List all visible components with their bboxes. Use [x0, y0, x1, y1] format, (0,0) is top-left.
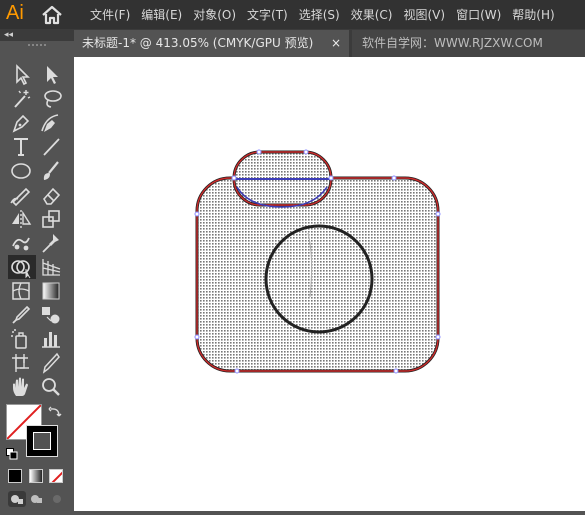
puppet-warp-tool-icon[interactable] [8, 231, 36, 255]
column-graph-tool-icon[interactable] [38, 327, 66, 351]
direct-selection-tool-icon[interactable] [38, 63, 66, 87]
menu-edit[interactable]: 编辑(E) [141, 6, 182, 23]
main-menu: 文件(F) 编辑(E) 对象(O) 文字(T) 选择(S) 效果(C) 视图(V… [90, 0, 566, 29]
menu-effect[interactable]: 效果(C) [351, 6, 393, 23]
collapse-panel-button[interactable]: ◂◂ [0, 29, 74, 41]
close-icon[interactable]: × [331, 30, 347, 57]
none-mode-button[interactable] [49, 469, 63, 483]
symbol-sprayer-tool-icon[interactable] [8, 327, 36, 351]
tab-document-label: 未标题-1* @ 413.05% (CMYK/GPU 预览) [82, 36, 314, 50]
zoom-tool-icon[interactable] [38, 375, 66, 399]
paintbrush-tool-icon[interactable] [38, 159, 66, 183]
menu-object[interactable]: 对象(O) [193, 6, 236, 23]
eraser-tool-icon[interactable] [38, 183, 66, 207]
camera-lens [264, 224, 374, 334]
artboard-canvas[interactable] [74, 57, 585, 511]
hand-tool-icon[interactable] [8, 375, 36, 399]
type-tool-icon[interactable] [8, 135, 36, 159]
gradient-mode-button[interactable] [29, 469, 43, 483]
pin-icon[interactable] [38, 231, 66, 255]
pen-tool-icon[interactable] [8, 111, 36, 135]
perspective-grid-tool-icon[interactable] [38, 255, 66, 279]
scale-tool-icon[interactable] [38, 207, 66, 231]
menu-help[interactable]: 帮助(H) [512, 6, 554, 23]
draw-normal-icon[interactable] [8, 491, 26, 507]
mesh-tool-icon[interactable] [8, 279, 36, 303]
menu-file[interactable]: 文件(F) [90, 6, 130, 23]
curvature-tool-icon[interactable] [38, 111, 66, 135]
blend-tool-icon[interactable] [38, 303, 66, 327]
camera-artwork [194, 149, 441, 374]
shaper-tool-icon[interactable] [8, 183, 36, 207]
panel-grip[interactable] [28, 44, 46, 52]
swap-fill-stroke-icon[interactable] [48, 404, 62, 418]
ellipse-tool-icon[interactable] [8, 159, 36, 183]
draw-behind-icon[interactable] [29, 491, 45, 507]
app-logo: Ai [6, 2, 24, 24]
magic-wand-tool-icon[interactable] [8, 87, 36, 111]
slice-tool-icon[interactable] [38, 351, 66, 375]
default-fill-stroke-icon[interactable] [6, 445, 18, 460]
reflect-tool-icon[interactable] [8, 207, 36, 231]
artboard-tool-icon[interactable] [8, 351, 36, 375]
camera-top-button [232, 150, 333, 208]
lasso-tool-icon[interactable] [38, 87, 66, 111]
document-tab-bar: 未标题-1* @ 413.05% (CMYK/GPU 预览) × 软件自学网：W… [74, 29, 585, 57]
menu-select[interactable]: 选择(S) [299, 6, 340, 23]
tab-website-label: 软件自学网：WWW.RJZXW.COM [362, 36, 543, 50]
menu-window[interactable]: 窗口(W) [456, 6, 501, 23]
selection-tool-icon[interactable] [8, 63, 36, 87]
tab-document[interactable]: 未标题-1* @ 413.05% (CMYK/GPU 预览) × [74, 30, 349, 57]
draw-inside-icon[interactable] [49, 491, 65, 507]
eyedropper-tool-icon[interactable] [8, 303, 36, 327]
menu-bar: Ai 文件(F) 编辑(E) 对象(O) 文字(T) 选择(S) 效果(C) 视… [0, 0, 585, 29]
menu-view[interactable]: 视图(V) [403, 6, 445, 23]
menu-type[interactable]: 文字(T) [247, 6, 288, 23]
color-mode-button[interactable] [8, 469, 22, 483]
tools-panel: ◂◂ [0, 29, 74, 511]
tab-website[interactable]: 软件自学网：WWW.RJZXW.COM [352, 30, 585, 57]
stroke-swatch[interactable] [26, 425, 58, 457]
home-icon[interactable] [40, 5, 64, 25]
shape-builder-tool-icon[interactable] [8, 255, 36, 279]
line-segment-tool-icon[interactable] [38, 135, 66, 159]
gradient-tool-icon[interactable] [38, 279, 66, 303]
